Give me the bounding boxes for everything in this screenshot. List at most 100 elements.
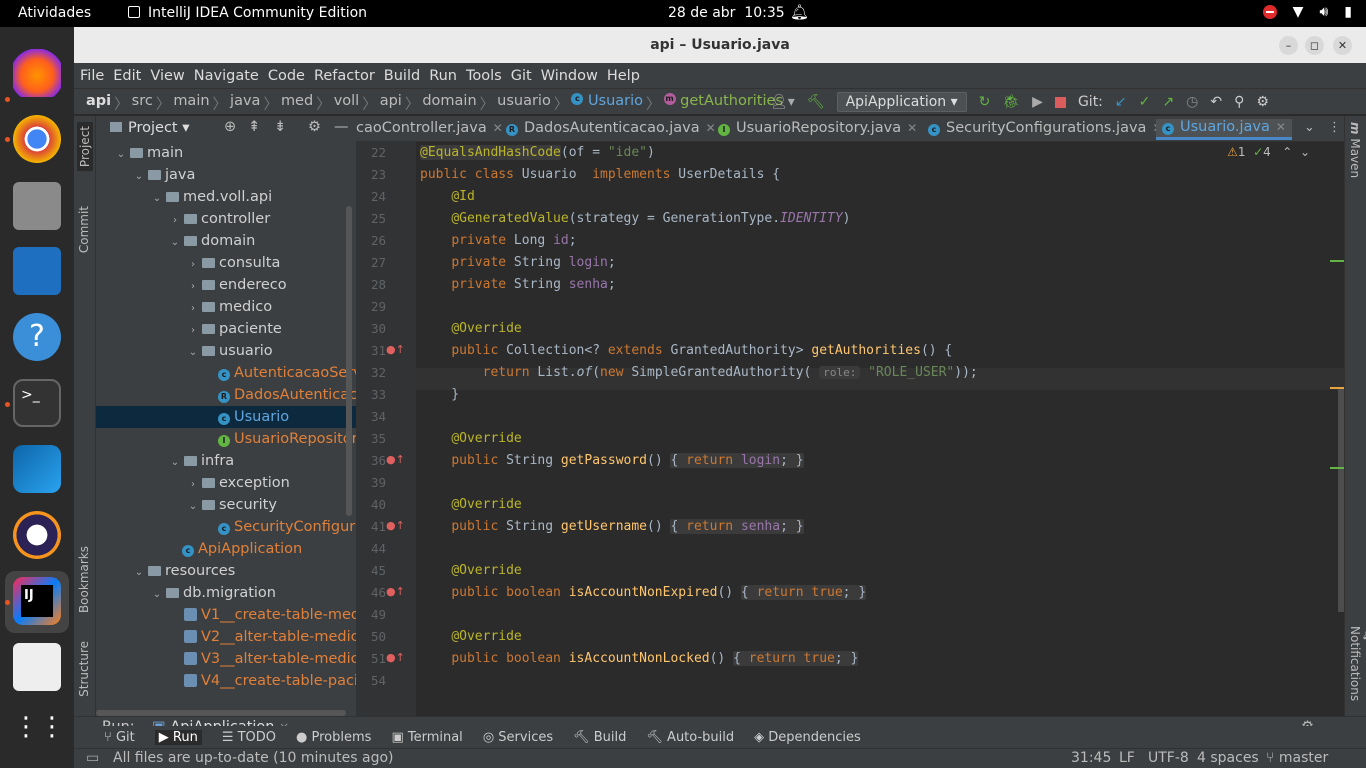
code-line[interactable]: @Override	[420, 431, 521, 446]
code-line[interactable]: public String getPassword() { return log…	[420, 453, 804, 468]
code-line[interactable]: private Long id;	[420, 233, 576, 248]
tree-item[interactable]: V4__create-table-pacientes.sql	[96, 670, 356, 692]
chevron-down-icon[interactable]: ⌄	[150, 584, 164, 606]
crumb-med[interactable]: med	[281, 93, 313, 114]
git-history-icon[interactable]: ◷	[1186, 94, 1198, 110]
line-number[interactable]: 31	[356, 343, 386, 358]
line-number[interactable]: 28	[356, 277, 386, 292]
tree-item[interactable]: c Usuario	[96, 406, 356, 428]
code-line[interactable]: public String getUsername() { return sen…	[420, 519, 804, 534]
menu-tools[interactable]: Tools	[466, 68, 502, 84]
line-number[interactable]: 23	[356, 167, 386, 182]
tree-item[interactable]: c ApiApplication	[96, 538, 356, 560]
indent-setting[interactable]: 4 spaces	[1197, 750, 1259, 766]
tree-item[interactable]: ⌄ java	[96, 164, 356, 186]
close-tab-icon[interactable]: ✕	[706, 121, 716, 135]
git-rollback-icon[interactable]: ↶	[1210, 94, 1222, 110]
tree-item[interactable]: › exception	[96, 472, 356, 494]
search-icon[interactable]: ⚲	[1234, 94, 1244, 110]
line-number[interactable]: 25	[356, 211, 386, 226]
expand-all-icon[interactable]: ⇟	[274, 119, 286, 135]
line-number[interactable]: 35	[356, 431, 386, 446]
chevron-right-icon[interactable]: ›	[186, 298, 200, 320]
line-number[interactable]: 46	[356, 585, 386, 600]
line-number[interactable]: 50	[356, 629, 386, 644]
line-number[interactable]: 36	[356, 453, 386, 468]
tree-item[interactable]: ⌄ security	[96, 494, 356, 516]
line-number[interactable]: 41	[356, 519, 386, 534]
tree-scrollbar[interactable]	[346, 206, 352, 516]
override-gutter-icon[interactable]: ●↑	[386, 651, 405, 664]
project-tool-tab[interactable]: Project	[77, 122, 93, 172]
close-tab-icon[interactable]: ✕	[493, 121, 503, 135]
tree-item[interactable]: ⌄ db.migration	[96, 582, 356, 604]
code-line[interactable]: private String login;	[420, 255, 615, 270]
crumb-class[interactable]: Usuario	[588, 93, 643, 114]
tree-item[interactable]: V1__create-table-medicos.sql	[96, 604, 356, 626]
tree-item[interactable]: ⌄ resources	[96, 560, 356, 582]
chrome-icon[interactable]	[13, 115, 61, 163]
run-tool-button[interactable]: ▶ Run	[154, 729, 202, 745]
menu-git[interactable]: Git	[511, 68, 532, 84]
tree-item[interactable]: ⌄ infra	[96, 450, 356, 472]
crumb-api[interactable]: api	[86, 93, 111, 114]
libreoffice-writer-icon[interactable]	[13, 247, 61, 295]
maximize-button[interactable]: ◻	[1305, 36, 1324, 55]
line-number[interactable]: 33	[356, 387, 386, 402]
inspection-widget[interactable]: ⚠1 ✓4 ⌃ ⌄	[1227, 145, 1310, 159]
tree-item[interactable]: › endereco	[96, 274, 356, 296]
line-separator[interactable]: LF	[1119, 750, 1135, 766]
chevron-down-icon[interactable]: ⌄	[132, 166, 146, 188]
line-number[interactable]: 29	[356, 299, 386, 314]
clock[interactable]: 28 de abr 10:35	[668, 5, 785, 21]
close-tab-icon[interactable]: ✕	[907, 121, 917, 135]
chevron-right-icon[interactable]: ›	[168, 210, 182, 232]
override-gutter-icon[interactable]: ●↑	[386, 453, 405, 466]
line-number[interactable]: 32	[356, 365, 386, 380]
rerun-icon[interactable]: ↻	[979, 94, 991, 110]
tree-item[interactable]: ⌄ usuario	[96, 340, 356, 362]
chevron-down-icon[interactable]: ⌄	[168, 232, 182, 254]
eclipse-icon[interactable]	[13, 511, 61, 559]
code-line[interactable]: private String senha;	[420, 277, 615, 292]
firefox-icon[interactable]	[13, 49, 61, 97]
run-config-select[interactable]: ApiApplication ▾	[836, 92, 967, 112]
status-toggle-icon[interactable]: ▭	[86, 750, 99, 766]
user-icon[interactable]: 👤︎▾	[770, 94, 795, 110]
code-line[interactable]: public class Usuario implements UserDeta…	[420, 167, 780, 182]
activities-button[interactable]: Atividades	[18, 5, 91, 21]
line-number[interactable]: 30	[356, 321, 386, 336]
menu-help[interactable]: Help	[607, 68, 640, 84]
code-line[interactable]: public boolean isAccountNonLocked() { re…	[420, 651, 859, 666]
chevron-down-icon[interactable]: ⌄	[150, 188, 164, 210]
crumb-domain[interactable]: domain	[422, 93, 476, 114]
chevron-right-icon[interactable]: ›	[186, 254, 200, 276]
git-push-icon[interactable]: ↗	[1162, 94, 1174, 110]
menu-window[interactable]: Window	[541, 68, 598, 84]
code-line[interactable]: }	[420, 387, 459, 402]
files-icon[interactable]	[13, 182, 61, 230]
tree-item[interactable]: I UsuarioRepository	[96, 428, 356, 450]
text-editor-icon[interactable]	[13, 643, 61, 691]
dependencies-tool-button[interactable]: ◈ Dependencies	[754, 730, 861, 745]
coverage-icon[interactable]: ▶	[1032, 94, 1043, 110]
line-number[interactable]: 27	[356, 255, 386, 270]
crumb-java[interactable]: java	[230, 93, 260, 114]
help-icon[interactable]: ?	[13, 313, 61, 361]
menu-view[interactable]: View	[150, 68, 184, 84]
crumb-voll[interactable]: voll	[334, 93, 360, 114]
tree-item[interactable]: c SecurityConfigurations	[96, 516, 356, 538]
notifications-tool-tab[interactable]: 🔔︎ Notifications	[1348, 626, 1366, 716]
tree-item[interactable]: › medico	[96, 296, 356, 318]
tabs-dropdown-icon[interactable]: ⌄	[1304, 120, 1315, 135]
services-tool-button[interactable]: ◎ Services	[483, 730, 553, 745]
tree-item[interactable]: ⌄ med.voll.api	[96, 186, 356, 208]
commit-tool-tab[interactable]: Commit	[77, 206, 91, 253]
code-line[interactable]: public boolean isAccountNonExpired() { r…	[420, 585, 867, 600]
vscode-icon[interactable]	[13, 445, 61, 493]
code-editor[interactable]: 22 23 24 25 26 27 28 29 30 31 ●↑ 32 33 34 35 36 ●↑ 39 40 41…	[356, 142, 1344, 716]
git-tool-button[interactable]: ⑂ Git	[104, 730, 135, 745]
system-tray[interactable]: ▼ 🔊︎ ▮	[1262, 4, 1352, 20]
chevron-right-icon[interactable]: ›	[186, 320, 200, 342]
more-icon[interactable]: ⋮	[1328, 120, 1341, 135]
